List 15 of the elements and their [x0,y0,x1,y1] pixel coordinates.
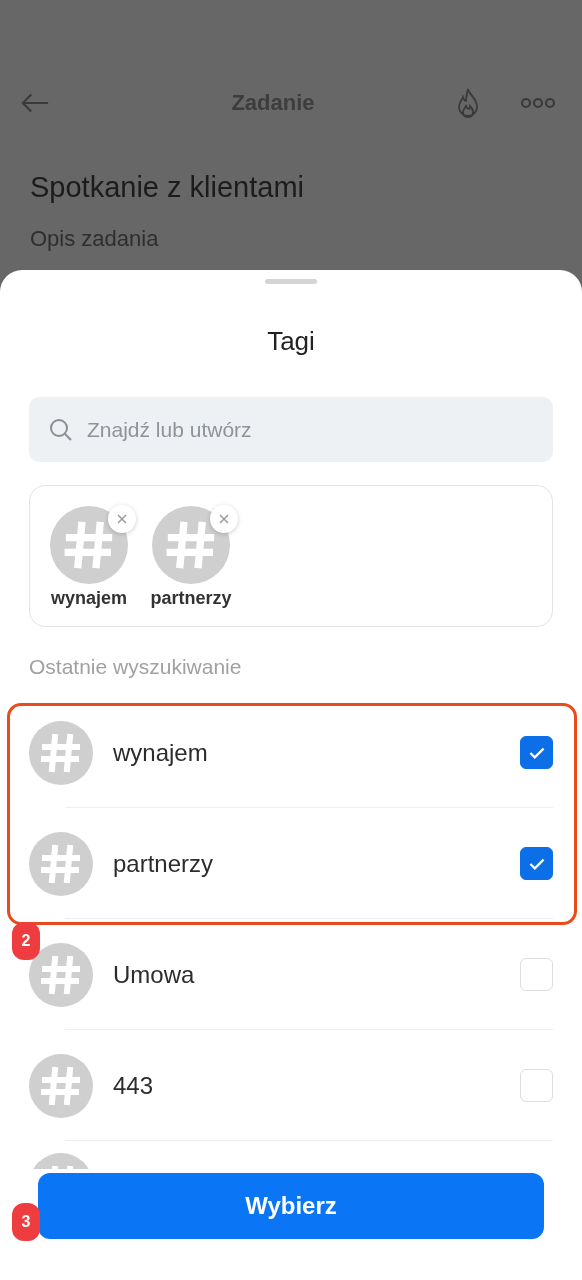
tag-name: Umowa [113,960,196,989]
search-field[interactable]: Znajdź lub utwórz [29,397,553,462]
description-label: Opis zadania [30,226,160,252]
sheet-title: Tagi [266,326,316,357]
tag-label: partnerzy [150,588,232,609]
search-input[interactable]: Znajdź lub utwórz [85,416,533,443]
step-badge: 2 [12,922,40,960]
step-badge: 3 [12,1203,40,1241]
tag-name: wynajem [113,738,209,767]
section-label: Ostatnie wyszukiwanie [29,655,243,679]
tag-name: partnerzy [113,849,215,878]
confirm-button[interactable]: Wybierz [38,1173,544,1239]
tag-name: 443 [113,1071,155,1100]
task-title: Spotkanie z klientami [30,171,306,204]
tag-label: wynajem [50,588,127,609]
